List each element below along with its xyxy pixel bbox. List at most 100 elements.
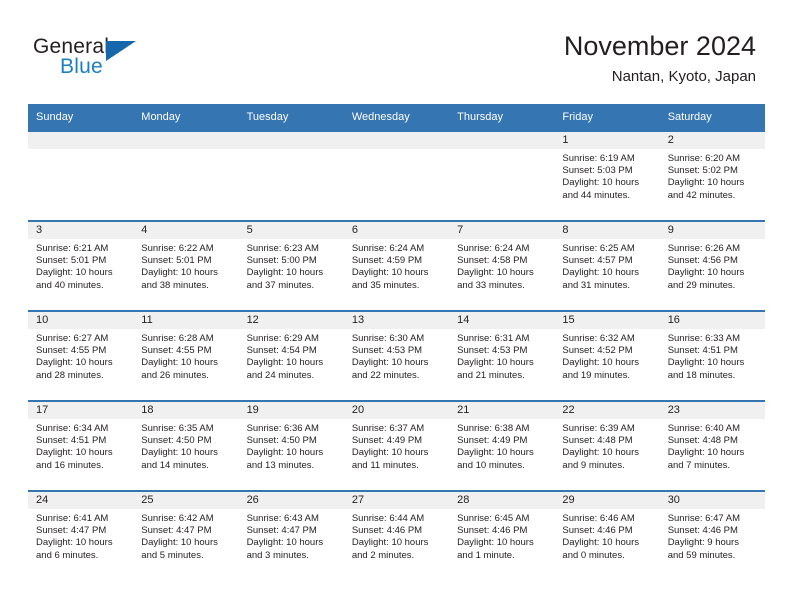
day-info-line: Sunset: 4:49 PM (351, 435, 423, 447)
day-info-line: Sunset: 4:50 PM (246, 435, 317, 447)
day-number: 11 (133, 312, 239, 329)
day-sun-info: Sunrise: 6:20 AM Sunset: 5:02 PM Daylight:… (660, 149, 765, 202)
calendar-day-30[interactable]: 30 Sunrise: 6:47 AM Sunset: 4:46 PM Dayligh… (659, 490, 765, 580)
day-sun-info: Sunrise: 6:46 AM Sunset: 4:46 PM Daylight:… (554, 509, 659, 562)
day-info-line: Daylight: 10 hours (246, 447, 324, 459)
calendar-day-4[interactable]: 4 Sunrise: 6:22 AM Sunset: 5:01 PM Daylight… (133, 220, 239, 310)
day-info-line: Sunset: 4:53 PM (351, 345, 423, 357)
calendar-day-29[interactable]: 29 Sunrise: 6:46 AM Sunset: 4:46 PM Dayligh… (554, 490, 660, 580)
calendar-day-28[interactable]: 28 Sunrise: 6:45 AM Sunset: 4:46 PM Dayligh… (449, 490, 555, 580)
weekday-header-sunday: Sunday (28, 104, 134, 130)
calendar-day-19[interactable]: 19 Sunrise: 6:36 AM Sunset: 4:50 PM Dayligh… (238, 400, 344, 490)
calendar-day-12[interactable]: 12 Sunrise: 6:29 AM Sunset: 4:54 PM Dayligh… (238, 310, 344, 400)
day-info-line: and 26 minutes. (141, 369, 209, 381)
weekday-header-wednesday: Wednesday (343, 104, 450, 130)
day-sun-info: Sunrise: 6:37 AM Sunset: 4:49 PM Daylight:… (344, 419, 449, 472)
calendar-day-15[interactable]: 15 Sunrise: 6:32 AM Sunset: 4:52 PM Dayligh… (554, 310, 660, 400)
calendar-day-23[interactable]: 23 Sunrise: 6:40 AM Sunset: 4:48 PM Dayligh… (659, 400, 765, 490)
calendar-day-11[interactable]: 11 Sunrise: 6:28 AM Sunset: 4:55 PM Dayligh… (133, 310, 239, 400)
calendar-day-20[interactable]: 20 Sunrise: 6:37 AM Sunset: 4:49 PM Dayligh… (343, 400, 450, 490)
calendar-cell: 10 Sunrise: 6:27 AM Sunset: 4:55 PM Dayligh… (28, 310, 134, 400)
day-sun-info: Sunrise: 6:28 AM Sunset: 4:55 PM Daylight:… (133, 329, 238, 382)
page-title: November 2024 (563, 31, 756, 61)
calendar-day-empty (343, 130, 450, 220)
day-info-line: Daylight: 10 hours (562, 537, 639, 549)
day-sun-info: Sunrise: 6:45 AM Sunset: 4:46 PM Daylight:… (449, 509, 554, 562)
calendar-cell (238, 130, 344, 220)
day-info-line: and 1 minute. (457, 549, 515, 561)
day-info-line: Daylight: 10 hours (141, 357, 218, 369)
calendar-cell (133, 130, 239, 220)
calendar-cell: 7 Sunrise: 6:24 AM Sunset: 4:58 PM Daylight… (449, 220, 555, 310)
calendar-day-16[interactable]: 16 Sunrise: 6:33 AM Sunset: 4:51 PM Dayligh… (659, 310, 765, 400)
calendar-cell: 19 Sunrise: 6:36 AM Sunset: 4:50 PM Dayligh… (238, 400, 344, 490)
day-number: 27 (343, 492, 450, 509)
calendar-day-2[interactable]: 2 Sunrise: 6:20 AM Sunset: 5:02 PM Daylight… (659, 130, 765, 220)
calendar-day-17[interactable]: 17 Sunrise: 6:34 AM Sunset: 4:51 PM Dayligh… (28, 400, 134, 490)
day-info-line: Sunrise: 6:43 AM (246, 513, 319, 524)
day-sun-info: Sunrise: 6:31 AM Sunset: 4:53 PM Daylight:… (449, 329, 554, 382)
calendar-day-5[interactable]: 5 Sunrise: 6:23 AM Sunset: 5:00 PM Daylight… (238, 220, 344, 310)
day-number: 18 (133, 402, 239, 419)
brand-logo[interactable]: General Blue (33, 35, 213, 85)
calendar-day-22[interactable]: 22 Sunrise: 6:39 AM Sunset: 4:48 PM Dayligh… (554, 400, 660, 490)
day-info-line: Sunset: 4:46 PM (667, 525, 738, 537)
calendar-day-6[interactable]: 6 Sunrise: 6:24 AM Sunset: 4:59 PM Daylight… (343, 220, 450, 310)
calendar-week-row: 1 Sunrise: 6:19 AM Sunset: 5:03 PM Daylight… (28, 130, 765, 220)
day-info-line: Daylight: 10 hours (457, 537, 534, 549)
calendar-day-14[interactable]: 14 Sunrise: 6:31 AM Sunset: 4:53 PM Dayligh… (449, 310, 555, 400)
calendar-cell: 30 Sunrise: 6:47 AM Sunset: 4:46 PM Dayligh… (659, 490, 765, 580)
day-info-line: Sunrise: 6:42 AM (141, 513, 214, 524)
day-info-line: Sunset: 5:01 PM (141, 255, 212, 267)
day-info-line: Daylight: 10 hours (562, 267, 639, 279)
day-info-line: and 9 minutes. (562, 459, 625, 471)
calendar-day-27[interactable]: 27 Sunrise: 6:44 AM Sunset: 4:46 PM Dayligh… (343, 490, 450, 580)
day-info-line: Sunrise: 6:45 AM (457, 513, 530, 524)
calendar-day-25[interactable]: 25 Sunrise: 6:42 AM Sunset: 4:47 PM Dayligh… (133, 490, 239, 580)
calendar-day-8[interactable]: 8 Sunrise: 6:25 AM Sunset: 4:57 PM Daylight… (554, 220, 660, 310)
calendar-day-7[interactable]: 7 Sunrise: 6:24 AM Sunset: 4:58 PM Daylight… (449, 220, 555, 310)
calendar-day-18[interactable]: 18 Sunrise: 6:35 AM Sunset: 4:50 PM Dayligh… (133, 400, 239, 490)
day-sun-info: Sunrise: 6:32 AM Sunset: 4:52 PM Daylight:… (554, 329, 659, 382)
calendar-day-1[interactable]: 1 Sunrise: 6:19 AM Sunset: 5:03 PM Daylight… (554, 130, 660, 220)
day-info-line: Sunrise: 6:37 AM (351, 423, 425, 434)
calendar-day-10[interactable]: 10 Sunrise: 6:27 AM Sunset: 4:55 PM Dayligh… (28, 310, 134, 400)
calendar-cell: 2 Sunrise: 6:20 AM Sunset: 5:02 PM Daylight… (659, 130, 765, 220)
calendar-day-13[interactable]: 13 Sunrise: 6:30 AM Sunset: 4:53 PM Dayligh… (343, 310, 450, 400)
calendar-cell: 1 Sunrise: 6:19 AM Sunset: 5:03 PM Daylight… (554, 130, 660, 220)
calendar-cell: 21 Sunrise: 6:38 AM Sunset: 4:49 PM Dayligh… (449, 400, 555, 490)
day-number: 14 (449, 312, 555, 329)
day-info-line: Sunrise: 6:40 AM (667, 423, 741, 434)
calendar-day-21[interactable]: 21 Sunrise: 6:38 AM Sunset: 4:49 PM Dayligh… (449, 400, 555, 490)
day-info-line: Daylight: 10 hours (351, 267, 429, 279)
day-sun-info: Sunrise: 6:19 AM Sunset: 5:03 PM Daylight:… (554, 149, 659, 202)
day-sun-info: Sunrise: 6:24 AM Sunset: 4:59 PM Daylight:… (344, 239, 449, 292)
day-info-line: Sunrise: 6:20 AM (667, 153, 741, 164)
calendar-cell: 27 Sunrise: 6:44 AM Sunset: 4:46 PM Dayligh… (343, 490, 450, 580)
calendar-day-9[interactable]: 9 Sunrise: 6:26 AM Sunset: 4:56 PM Daylight… (659, 220, 765, 310)
day-info-line: Daylight: 10 hours (351, 447, 429, 459)
day-info-line: Daylight: 10 hours (667, 177, 745, 189)
day-info-line: Sunrise: 6:35 AM (141, 423, 214, 434)
calendar-day-26[interactable]: 26 Sunrise: 6:43 AM Sunset: 4:47 PM Dayligh… (238, 490, 344, 580)
calendar-table: Sunday Monday Tuesday Wednesday Thursday Frid… (28, 104, 765, 580)
day-number: 9 (659, 222, 765, 239)
day-sun-info: Sunrise: 6:41 AM Sunset: 4:47 PM Daylight:… (28, 509, 133, 562)
calendar-day-24[interactable]: 24 Sunrise: 6:41 AM Sunset: 4:47 PM Dayligh… (28, 490, 134, 580)
day-info-line: Sunset: 4:50 PM (141, 435, 212, 447)
day-number: 1 (554, 132, 660, 149)
calendar-cell: 8 Sunrise: 6:25 AM Sunset: 4:57 PM Daylight… (554, 220, 660, 310)
day-sun-info: Sunrise: 6:43 AM Sunset: 4:47 PM Daylight:… (239, 509, 344, 562)
calendar-cell: 22 Sunrise: 6:39 AM Sunset: 4:48 PM Dayligh… (554, 400, 660, 490)
calendar-day-empty (28, 130, 134, 220)
calendar-week-row: 10 Sunrise: 6:27 AM Sunset: 4:55 PM Dayligh… (28, 310, 765, 400)
calendar-cell: 4 Sunrise: 6:22 AM Sunset: 5:01 PM Daylight… (133, 220, 239, 310)
day-sun-info: Sunrise: 6:27 AM Sunset: 4:55 PM Daylight:… (28, 329, 133, 382)
day-info-line: Sunrise: 6:27 AM (36, 333, 109, 344)
day-sun-info (344, 149, 449, 153)
weekday-header-tuesday: Tuesday (238, 104, 344, 130)
calendar-week-row: 3 Sunrise: 6:21 AM Sunset: 5:01 PM Daylight… (28, 220, 765, 310)
calendar-day-3[interactable]: 3 Sunrise: 6:21 AM Sunset: 5:01 PM Daylight… (28, 220, 134, 310)
day-number (238, 132, 344, 149)
day-number: 8 (554, 222, 660, 239)
